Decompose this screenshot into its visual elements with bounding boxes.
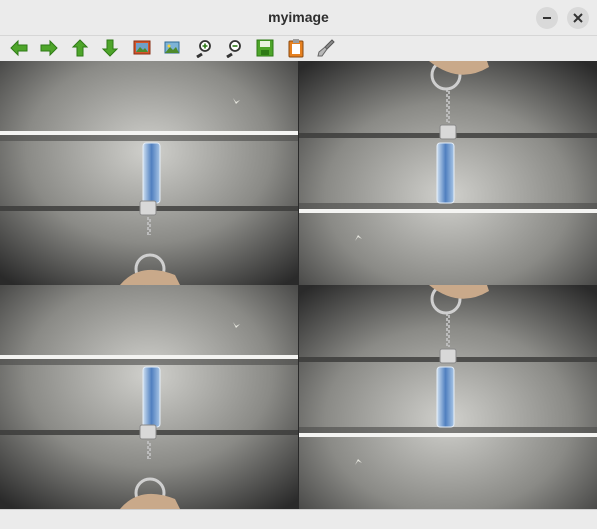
zoom-out-icon [226, 40, 241, 58]
image-button[interactable] [132, 38, 152, 58]
zoom-out-button[interactable] [224, 38, 244, 58]
minimize-button[interactable] [536, 7, 558, 29]
down-arrow-icon [101, 39, 119, 57]
fit-image-button[interactable] [162, 38, 182, 58]
fit-image-icon [164, 41, 180, 54]
minimize-icon [543, 17, 551, 19]
toolbar [0, 36, 597, 61]
image-canvas[interactable] [0, 61, 597, 509]
status-bar [0, 509, 597, 529]
clipboard-icon [288, 39, 304, 58]
clipboard-button[interactable] [286, 38, 306, 58]
window-title: myimage [268, 9, 329, 25]
close-button[interactable] [567, 7, 589, 29]
up-button[interactable] [70, 38, 90, 58]
close-icon [573, 13, 583, 23]
title-bar: myimage [0, 0, 597, 36]
image-tile [299, 61, 597, 285]
up-arrow-icon [71, 39, 89, 57]
brush-button[interactable] [316, 38, 336, 58]
forward-button[interactable] [39, 38, 59, 58]
back-arrow-icon [10, 39, 28, 57]
back-button[interactable] [9, 38, 29, 58]
image-icon [133, 40, 151, 55]
zoom-in-button[interactable] [194, 38, 214, 58]
down-button[interactable] [100, 38, 120, 58]
brush-icon [317, 39, 335, 57]
image-tile [299, 285, 597, 509]
save-icon [256, 39, 274, 57]
zoom-in-icon [196, 40, 211, 58]
forward-arrow-icon [40, 39, 58, 57]
save-button[interactable] [255, 38, 275, 58]
image-tile [0, 61, 298, 285]
image-tile [0, 285, 298, 509]
